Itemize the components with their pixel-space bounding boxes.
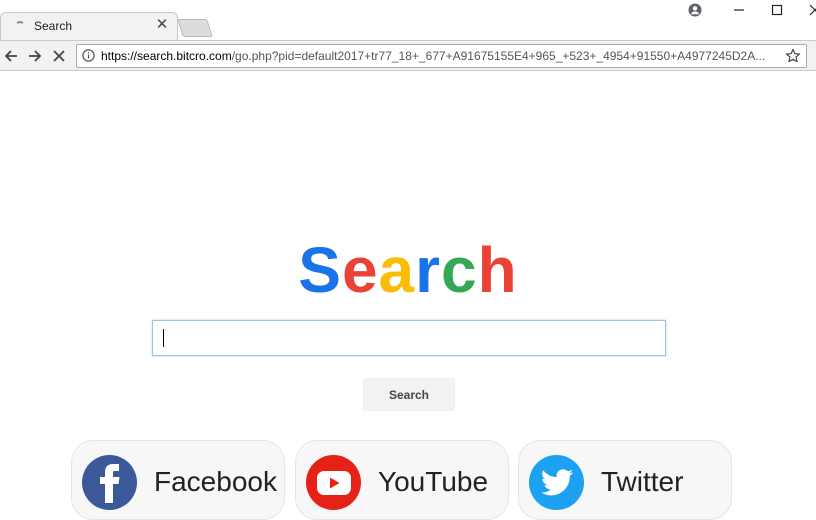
bookmark-star-icon[interactable] [785, 48, 801, 64]
forward-arrow-icon[interactable] [24, 45, 46, 67]
maximize-icon[interactable] [760, 0, 794, 20]
quick-link-youtube[interactable]: YouTube [295, 440, 509, 520]
quick-link-label: Facebook [154, 466, 277, 497]
search-logo: Search [0, 232, 816, 308]
logo-letter: a [378, 234, 416, 306]
url-path: /go.php?pid=default2017+tr77_18+_677+A91… [231, 49, 766, 63]
url-host: https://search.bitcro.com [101, 49, 232, 63]
quick-link-label: Twitter [601, 466, 684, 497]
browser-titlebar: Search ✕ [0, 0, 816, 40]
minimize-icon[interactable] [722, 0, 756, 20]
quick-link-label: YouTube [378, 466, 489, 497]
back-arrow-icon[interactable] [0, 45, 22, 67]
logo-letter: e [341, 234, 379, 306]
url-text[interactable]: https://search.bitcro.com/go.php?pid=def… [101, 49, 775, 63]
tab-close-icon[interactable]: ✕ [153, 16, 171, 34]
browser-tab[interactable]: Search ✕ [0, 12, 178, 40]
search-input-box[interactable] [152, 320, 666, 356]
quick-links: Facebook YouTube Twitter [0, 440, 816, 520]
search-button[interactable]: Search [363, 378, 455, 411]
loading-spinner-icon [15, 21, 25, 31]
stop-loading-icon[interactable] [48, 45, 70, 67]
logo-letter: c [441, 234, 478, 306]
facebook-icon [82, 455, 137, 510]
info-icon[interactable] [82, 49, 95, 62]
address-bar[interactable]: https://search.bitcro.com/go.php?pid=def… [76, 44, 807, 68]
search-input[interactable] [153, 321, 665, 355]
new-tab-button[interactable] [177, 19, 213, 37]
logo-letter: r [415, 234, 442, 306]
youtube-icon [306, 455, 361, 510]
browser-toolbar: https://search.bitcro.com/go.php?pid=def… [0, 40, 816, 71]
twitter-icon [529, 455, 584, 510]
quick-link-facebook[interactable]: Facebook [71, 440, 285, 520]
logo-letter: h [477, 234, 518, 306]
quick-link-twitter[interactable]: Twitter [518, 440, 732, 520]
tab-title: Search [34, 19, 73, 33]
text-caret [163, 329, 164, 347]
logo-letter: S [298, 234, 342, 306]
profile-icon[interactable] [678, 0, 712, 20]
close-window-icon[interactable] [798, 0, 816, 20]
